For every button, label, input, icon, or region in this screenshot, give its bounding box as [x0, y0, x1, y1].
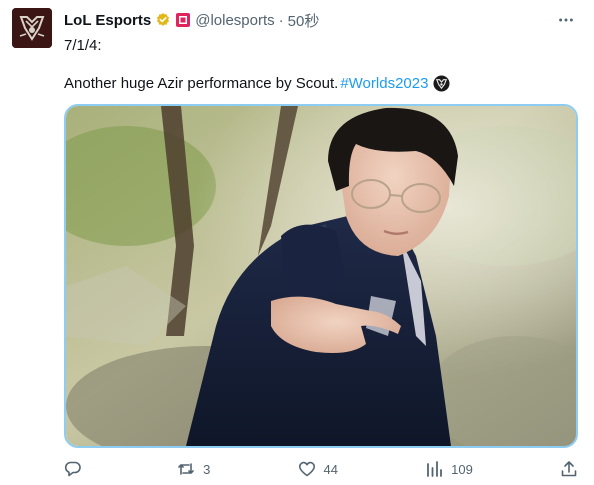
reply-icon	[64, 461, 81, 477]
affiliate-badge-icon[interactable]	[175, 12, 191, 28]
share-button[interactable]	[560, 460, 578, 478]
like-button[interactable]: 44	[298, 460, 338, 478]
display-name[interactable]: LoL Esports	[64, 12, 151, 29]
tweet-actions: 3 44 109	[64, 458, 578, 480]
reply-button[interactable]	[64, 460, 90, 478]
share-icon	[561, 461, 577, 477]
tweet-text-line2: Another huge Azir performance by Scout. …	[64, 75, 450, 92]
avatar[interactable]	[12, 8, 52, 48]
separator: ·	[278, 11, 284, 29]
tweet-header: LoL Esports @lolesports · 50秒	[64, 10, 319, 30]
tweet-text: Another huge Azir performance by Scout.	[64, 75, 339, 92]
retweet-icon	[178, 463, 194, 475]
retweet-button[interactable]: 3	[177, 460, 210, 478]
timestamp[interactable]: 50秒	[288, 10, 320, 31]
more-icon	[559, 18, 573, 22]
views-icon	[427, 461, 443, 477]
heart-icon	[298, 461, 315, 477]
view-count: 109	[451, 461, 473, 477]
worlds-hashflag-icon	[433, 75, 450, 92]
player-photo	[66, 106, 576, 446]
hashtag-link[interactable]: #Worlds2023	[340, 75, 428, 92]
more-button[interactable]	[556, 10, 576, 30]
tweet-text-line1: 7/1/4:	[64, 37, 102, 54]
like-count: 44	[323, 461, 338, 477]
worlds-trophy-logo	[12, 8, 52, 48]
verified-gold-badge-icon[interactable]	[155, 12, 171, 28]
handle[interactable]: @lolesports	[195, 12, 274, 29]
retweet-count: 3	[203, 461, 211, 477]
tweet-media-image[interactable]	[64, 104, 578, 448]
views-button[interactable]: 109	[425, 460, 473, 478]
